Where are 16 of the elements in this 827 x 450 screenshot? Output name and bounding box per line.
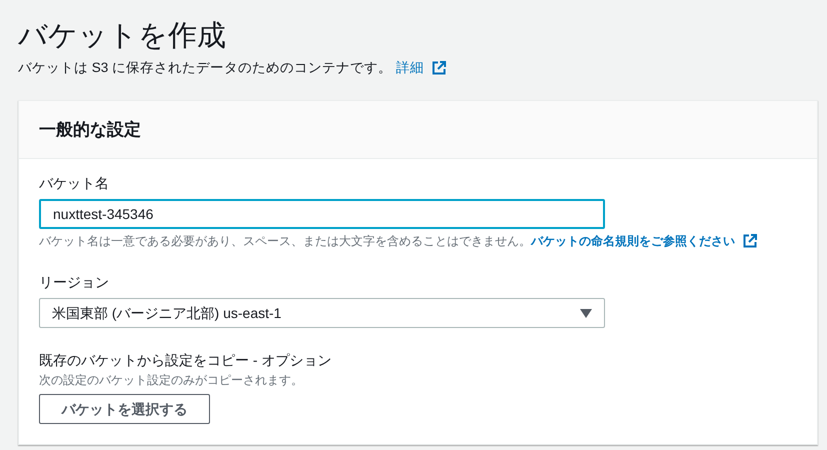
field-label: 既存のバケットから設定をコピー - オプション <box>39 351 332 370</box>
field-label: リージョン <box>39 273 109 292</box>
choose-bucket-button[interactable]: バケットを選択する <box>39 394 210 424</box>
bucket-name-field[interactable]: nuxttest-345346 <box>39 199 605 230</box>
panel-title: 一般的な設定 <box>39 119 141 141</box>
external-link-icon <box>432 61 446 76</box>
caret-down-icon <box>580 308 592 318</box>
field-description: 次の設定のバケット設定のみがコピーされます。 <box>39 372 303 390</box>
field-label: バケット名 <box>39 174 109 194</box>
page-title: バケットを作成 <box>18 19 226 54</box>
external-link-icon <box>743 234 757 248</box>
field-hint: バケット名は一意である必要があり、スペース、または大文字を含めることはできません。 <box>39 233 531 250</box>
page-description: バケットは S3 に保存されたデータのためのコンテナです。 <box>18 59 392 77</box>
naming-rules-link[interactable]: バケットの命名規則をご参照ください <box>531 232 757 250</box>
learn-more-link[interactable]: 詳細 <box>396 58 446 78</box>
region-select[interactable]: 米国東部 (バージニア北部) us-east-1 <box>39 298 605 328</box>
